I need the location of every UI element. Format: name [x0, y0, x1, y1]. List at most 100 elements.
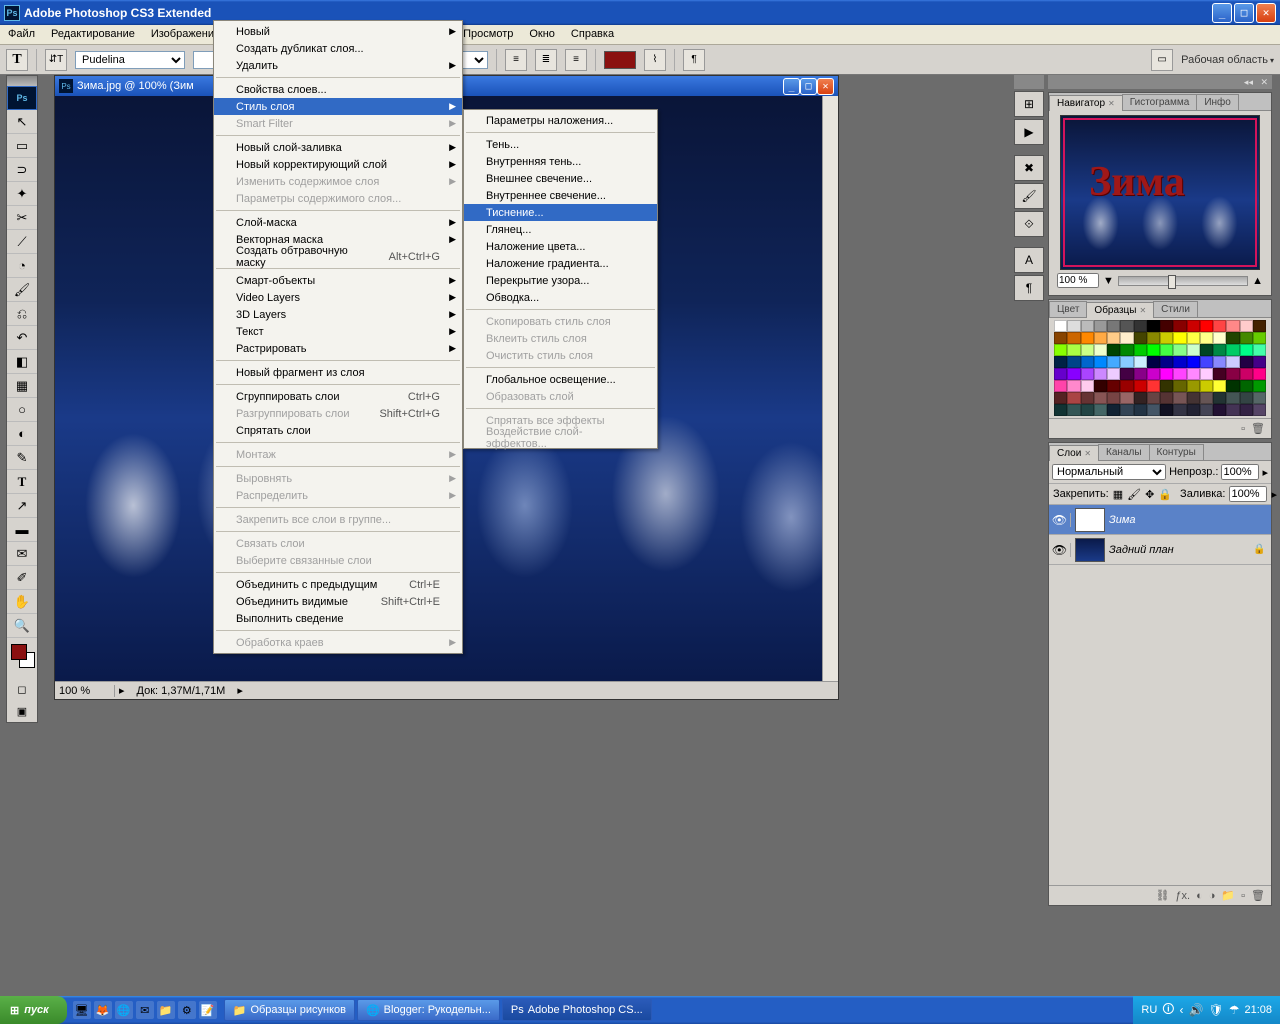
swatch[interactable] [1134, 380, 1147, 392]
swatch[interactable] [1094, 332, 1107, 344]
menuitem[interactable]: Внутренняя тень... [464, 153, 657, 170]
menuitem[interactable]: Глянец... [464, 221, 657, 238]
swatch[interactable] [1120, 368, 1133, 380]
swatch[interactable] [1054, 344, 1067, 356]
swatch[interactable] [1134, 344, 1147, 356]
swatch[interactable] [1120, 332, 1133, 344]
menubar[interactable]: ФайлРедактированиеИзображениеСлойВыделен… [0, 25, 1280, 45]
swatch[interactable] [1240, 368, 1253, 380]
delete-layer-icon[interactable]: 🗑 [1251, 889, 1265, 902]
menu-окно[interactable]: Окно [521, 25, 563, 44]
menuitem[interactable]: Внешнее свечение... [464, 170, 657, 187]
screen-mode-toggle[interactable]: ▣ [7, 700, 37, 722]
window-minimize-button[interactable]: _ [1212, 3, 1232, 23]
menuitem[interactable]: Новый корректирующий слой▶ [214, 156, 462, 173]
swatch[interactable] [1200, 368, 1213, 380]
swatch[interactable] [1253, 332, 1266, 344]
menuitem[interactable]: Video Layers▶ [214, 289, 462, 306]
swatch[interactable] [1147, 320, 1160, 332]
color-picker[interactable] [7, 638, 37, 678]
vertical-scrollbar[interactable] [822, 96, 838, 681]
align-left-button[interactable]: ≡ [505, 49, 527, 71]
ql-2[interactable]: 🦊 [94, 1001, 112, 1019]
swatch[interactable] [1200, 320, 1213, 332]
tray-icon-4[interactable]: 🛡 [1208, 1003, 1223, 1017]
swatch[interactable] [1120, 404, 1133, 416]
navigator-zoom-input[interactable] [1057, 273, 1099, 288]
menu-файл[interactable]: Файл [0, 25, 43, 44]
tray-lang[interactable]: RU [1141, 1004, 1157, 1016]
layer-row[interactable]: 👁TЗима [1049, 505, 1271, 535]
swatch[interactable] [1253, 368, 1266, 380]
swatch[interactable] [1200, 344, 1213, 356]
dodge-tool[interactable]: ◐ [7, 422, 37, 446]
swatch[interactable] [1147, 392, 1160, 404]
adjustment-layer-icon[interactable]: ◑ [1209, 890, 1216, 902]
opacity-arrow-icon[interactable]: ▸ [1262, 466, 1268, 479]
swatch[interactable] [1213, 320, 1226, 332]
swatch[interactable] [1107, 380, 1120, 392]
menuitem[interactable]: Новый фрагмент из слоя [214, 364, 462, 381]
warp-text-button[interactable]: ⌇ [644, 49, 666, 71]
gradient-tool[interactable]: ▦ [7, 374, 37, 398]
swatch[interactable] [1173, 368, 1186, 380]
swatch[interactable] [1134, 332, 1147, 344]
swatch[interactable] [1226, 344, 1239, 356]
swatch[interactable] [1160, 404, 1173, 416]
menuitem[interactable]: Наложение цвета... [464, 238, 657, 255]
swatch[interactable] [1240, 380, 1253, 392]
menuitem[interactable]: Удалить▶ [214, 57, 462, 74]
swatch[interactable] [1094, 368, 1107, 380]
ql-1[interactable]: 🖥 [73, 1001, 91, 1019]
swatch[interactable] [1160, 344, 1173, 356]
collapsed-panel-6[interactable]: A [1014, 247, 1044, 273]
slice-tool[interactable]: ⟋ [7, 230, 37, 254]
swatch[interactable] [1200, 404, 1213, 416]
collapsed-panel-3[interactable]: ✖ [1014, 155, 1044, 181]
swatch[interactable] [1213, 356, 1226, 368]
system-tray[interactable]: RU 🛈 ‹ 🔊 🛡 ☂ 21:08 [1133, 996, 1280, 1024]
start-button[interactable]: ⊞ пуск [0, 996, 67, 1024]
align-center-button[interactable]: ≣ [535, 49, 557, 71]
layer-name[interactable]: Задний план [1109, 544, 1253, 556]
menuitem[interactable]: Объединить с предыдущимCtrl+E [214, 576, 462, 593]
swatch[interactable] [1147, 344, 1160, 356]
swatch[interactable] [1173, 344, 1186, 356]
swatch[interactable] [1226, 332, 1239, 344]
swatch[interactable] [1187, 344, 1200, 356]
layer-fx-icon[interactable]: ƒx. [1175, 890, 1190, 902]
swatch[interactable] [1081, 320, 1094, 332]
panel-grip[interactable]: ◂◂ ✕ [1048, 75, 1272, 89]
layer-thumb[interactable] [1075, 538, 1105, 562]
lock-position-icon[interactable]: ✥ [1145, 488, 1154, 501]
tray-icon-1[interactable]: 🛈 [1162, 1000, 1174, 1021]
swatch[interactable] [1054, 404, 1067, 416]
swatch[interactable] [1173, 356, 1186, 368]
swatch[interactable] [1067, 392, 1080, 404]
swatch[interactable] [1187, 404, 1200, 416]
menuitem[interactable]: Смарт-объекты▶ [214, 272, 462, 289]
swatch[interactable] [1173, 392, 1186, 404]
swatch[interactable] [1226, 356, 1239, 368]
menu-просмотр[interactable]: Просмотр [455, 25, 521, 44]
menuitem[interactable]: Глобальное освещение... [464, 371, 657, 388]
shape-tool[interactable]: ▬ [7, 518, 37, 542]
swatch[interactable] [1054, 368, 1067, 380]
swatch[interactable] [1054, 392, 1067, 404]
swatch[interactable] [1213, 392, 1226, 404]
swatch[interactable] [1187, 380, 1200, 392]
doc-maximize-button[interactable]: □ [800, 78, 817, 95]
zoom-in-icon[interactable]: ▲ [1252, 275, 1263, 287]
swatch[interactable] [1173, 332, 1186, 344]
swatch[interactable] [1107, 368, 1120, 380]
layers-list[interactable]: 👁TЗима👁Задний план🔒 [1049, 505, 1271, 885]
swatch[interactable] [1067, 380, 1080, 392]
swatch[interactable] [1200, 332, 1213, 344]
type-tool[interactable]: T [7, 470, 37, 494]
swatch[interactable] [1094, 404, 1107, 416]
visibility-icon[interactable]: 👁 [1049, 543, 1071, 557]
notes-tool[interactable]: ✉ [7, 542, 37, 566]
menuitem[interactable]: Тиснение... [464, 204, 657, 221]
menu-редактирование[interactable]: Редактирование [43, 25, 143, 44]
lock-transparency-icon[interactable]: ▦ [1113, 488, 1123, 501]
